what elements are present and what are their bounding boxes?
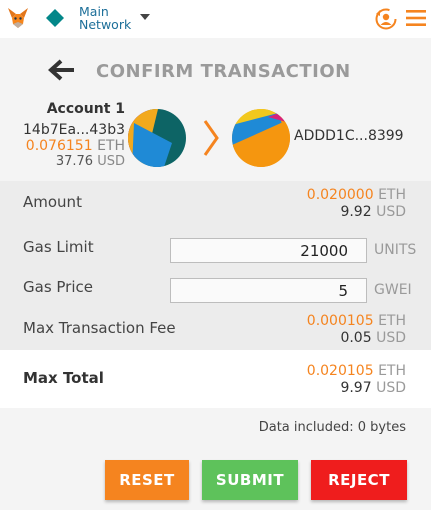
- gas-price-label: Gas Price: [23, 278, 93, 296]
- max-total-usd-value: 9.97: [340, 380, 372, 396]
- network-selector[interactable]: Main Network: [79, 5, 131, 31]
- max-total-label: Max Total: [23, 369, 104, 387]
- amount-eth-unit: ETH: [378, 187, 406, 203]
- max-total-eth: 0.020105 ETH: [307, 363, 406, 379]
- from-eth-value: 0.076151: [25, 138, 93, 154]
- to-account-identicon: [232, 109, 290, 167]
- amount-usd: 9.92 USD: [340, 204, 406, 220]
- gas-price-input[interactable]: 5: [170, 278, 367, 303]
- network-name-line2: Network: [79, 17, 132, 32]
- from-usd-unit: USD: [97, 154, 125, 169]
- network-diamond-icon[interactable]: [45, 8, 65, 28]
- gas-limit-input[interactable]: 21000: [170, 238, 367, 263]
- max-fee-eth-unit: ETH: [378, 313, 406, 329]
- hamburger-menu-icon[interactable]: [405, 8, 427, 28]
- max-total-usd-unit: USD: [376, 380, 406, 396]
- from-eth-unit: ETH: [97, 138, 125, 154]
- amount-usd-unit: USD: [376, 204, 406, 220]
- max-total-eth-value: 0.020105: [306, 363, 374, 379]
- data-included-text: Data included: 0 bytes: [258, 420, 406, 435]
- submit-button[interactable]: SUBMIT: [202, 460, 298, 500]
- max-fee-eth: 0.000105 ETH: [307, 313, 406, 329]
- max-fee-usd-unit: USD: [376, 330, 406, 346]
- amount-eth-value: 0.020000: [306, 187, 374, 203]
- to-account-address: ADDD1C...8399: [294, 128, 404, 144]
- max-fee-usd-value: 0.05: [340, 330, 372, 346]
- from-account-address: 14b7Ea...43b3: [23, 122, 125, 138]
- metamask-fox-icon[interactable]: [6, 6, 30, 30]
- amount-label: Amount: [23, 193, 82, 211]
- reset-button[interactable]: RESET: [105, 460, 189, 500]
- max-fee-usd: 0.05 USD: [340, 330, 406, 346]
- from-account-usd-balance: 37.76 USD: [56, 154, 125, 169]
- page-title: CONFIRM TRANSACTION: [96, 61, 351, 82]
- amount-eth: 0.020000 ETH: [307, 187, 406, 203]
- max-fee-eth-value: 0.000105: [306, 313, 374, 329]
- gas-limit-unit: UNITS: [374, 242, 417, 258]
- max-total-usd: 9.97 USD: [340, 380, 406, 396]
- from-account-name: Account 1: [46, 101, 125, 117]
- account-switch-icon[interactable]: [374, 7, 398, 31]
- reject-button[interactable]: REJECT: [311, 460, 407, 500]
- from-account-identicon: [128, 109, 186, 167]
- max-total-eth-unit: ETH: [378, 363, 406, 379]
- max-fee-label: Max Transaction Fee: [23, 319, 176, 337]
- gas-limit-label: Gas Limit: [23, 238, 94, 256]
- back-arrow-icon[interactable]: [48, 58, 76, 82]
- amount-usd-value: 9.92: [340, 204, 372, 220]
- from-account-eth-balance: 0.076151 ETH: [26, 138, 125, 154]
- gas-price-unit: GWEI: [374, 282, 412, 298]
- chevron-right-icon: [203, 120, 219, 156]
- from-usd-value: 37.76: [55, 154, 94, 169]
- chevron-down-icon[interactable]: [140, 13, 150, 21]
